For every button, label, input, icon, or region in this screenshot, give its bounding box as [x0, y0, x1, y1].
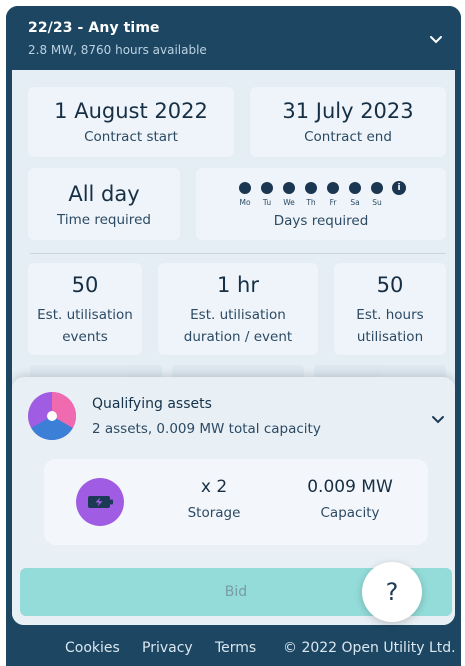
day-dot	[239, 182, 251, 194]
assets-title: Qualifying assets	[92, 396, 212, 412]
day-tuesday: Tu	[260, 182, 274, 207]
est-events-value: 50	[71, 273, 99, 297]
asset-capacity-value: 0.009 MW	[307, 477, 393, 497]
time-required-value: All day	[68, 182, 140, 206]
contract-end-label: Contract end	[304, 129, 392, 145]
help-button[interactable]: ?	[362, 562, 422, 622]
contract-start-label: Contract start	[84, 129, 178, 145]
days-required-card: Mo Tu We Th Fr Sa Su i Days required	[196, 168, 446, 240]
contract-start-card: 1 August 2022 Contract start	[28, 87, 234, 157]
market-details: 1 August 2022 Contract start 31 July 202…	[12, 70, 455, 625]
day-saturday: Sa	[348, 182, 362, 207]
est-duration-card: 1 hr Est. utilisation duration / event	[158, 263, 318, 355]
day-thursday: Th	[304, 182, 318, 207]
day-label: Su	[372, 198, 382, 207]
day-dot	[349, 182, 361, 194]
asset-capacity-label: Capacity	[320, 505, 380, 521]
day-wednesday: We	[282, 182, 296, 207]
asset-count-col: x 2 Storage	[166, 477, 262, 521]
days-row: Mo Tu We Th Fr Sa Su i	[196, 181, 446, 207]
asset-type: Storage	[187, 505, 241, 521]
assets-subtitle: 2 assets, 0.009 MW total capacity	[92, 421, 321, 437]
contract-start-value: 1 August 2022	[54, 99, 208, 123]
contract-end-value: 31 July 2023	[282, 99, 414, 123]
est-hours-value: 50	[376, 273, 404, 297]
est-hours-card: 50 Est. hours utilisation	[334, 263, 446, 355]
footer-copyright: © 2022 Open Utility Ltd.	[283, 640, 456, 656]
day-label: Th	[306, 198, 316, 207]
time-required-card: All day Time required	[28, 168, 180, 240]
day-label: Fr	[329, 198, 337, 207]
footer-link-terms[interactable]: Terms	[215, 640, 256, 656]
day-dot	[261, 182, 273, 194]
est-hours-label: Est. hours utilisation	[356, 307, 424, 345]
chevron-down-icon[interactable]	[429, 410, 447, 428]
footer-link-cookies[interactable]: Cookies	[65, 640, 120, 656]
day-label: We	[283, 198, 295, 207]
est-events-card: 50 Est. utilisation events	[28, 263, 142, 355]
chevron-down-icon[interactable]	[427, 30, 445, 48]
day-sunday: Su	[370, 182, 384, 207]
assets-pie-icon	[28, 392, 76, 440]
asset-card-storage: x 2 Storage 0.009 MW Capacity	[44, 459, 428, 545]
day-friday: Fr	[326, 182, 340, 207]
header-title: 22/23 - Any time	[28, 20, 160, 36]
asset-count: x 2	[200, 477, 228, 497]
footer: Cookies Privacy Terms © 2022 Open Utilit…	[6, 630, 461, 666]
day-label: Mo	[239, 198, 251, 207]
info-icon[interactable]: i	[392, 181, 406, 195]
footer-link-privacy[interactable]: Privacy	[142, 640, 193, 656]
est-duration-label: Est. utilisation duration / event	[183, 307, 293, 345]
day-dot	[327, 182, 339, 194]
contract-end-card: 31 July 2023 Contract end	[250, 87, 446, 157]
day-dot	[283, 182, 295, 194]
days-required-label: Days required	[273, 213, 369, 229]
section-divider	[30, 253, 446, 254]
day-label: Sa	[350, 198, 360, 207]
day-dot	[305, 182, 317, 194]
header-subtitle: 2.8 MW, 8760 hours available	[28, 43, 207, 57]
battery-icon	[76, 478, 124, 526]
time-required-label: Time required	[57, 212, 151, 228]
market-header[interactable]: 22/23 - Any time 2.8 MW, 8760 hours avai…	[6, 6, 461, 70]
est-events-label: Est. utilisation events	[37, 307, 133, 345]
day-label: Tu	[262, 198, 272, 207]
asset-capacity-col: 0.009 MW Capacity	[292, 477, 408, 521]
day-monday: Mo	[238, 182, 252, 207]
day-dot	[371, 182, 383, 194]
est-duration-value: 1 hr	[217, 273, 259, 297]
